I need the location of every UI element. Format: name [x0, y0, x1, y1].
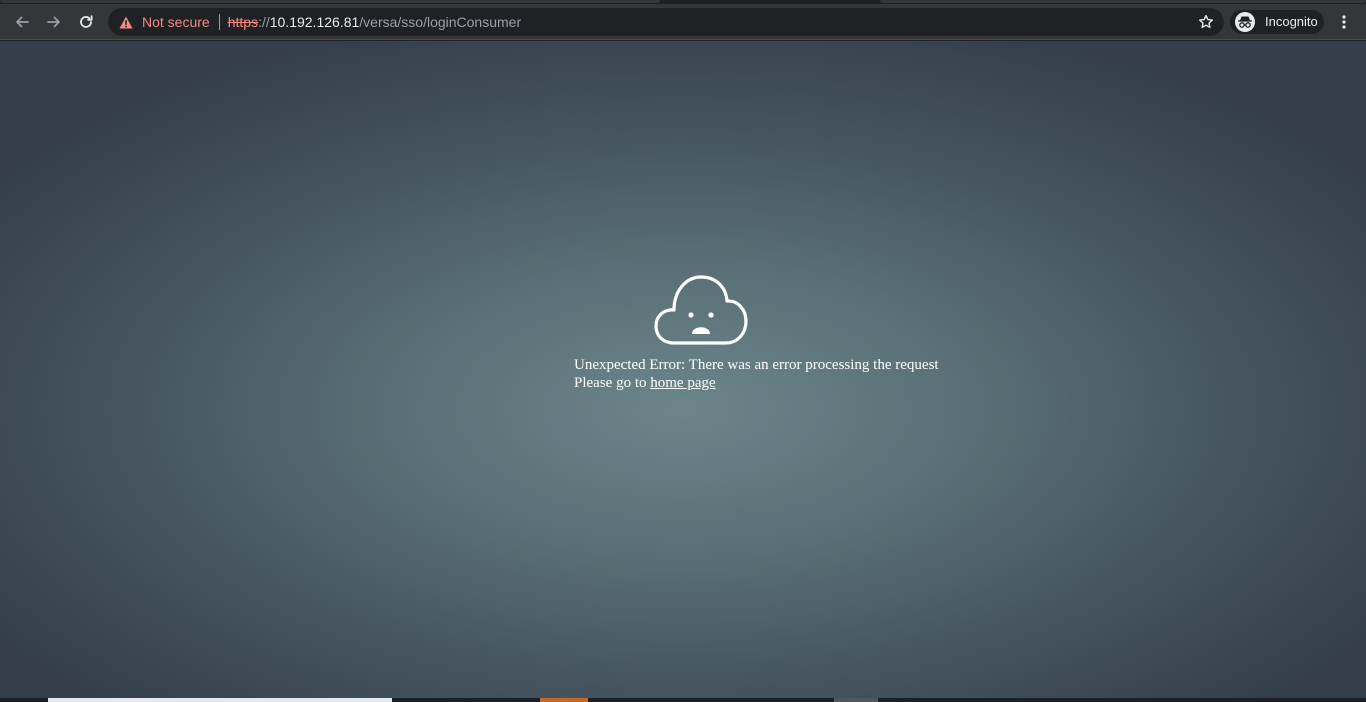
redirect-line: Please go to home page	[574, 374, 716, 392]
taskbar-item-highlight[interactable]	[540, 698, 588, 702]
url-host: 10.192.126.81	[269, 14, 360, 30]
incognito-label: Incognito	[1265, 14, 1318, 29]
url-scheme: https	[227, 14, 259, 30]
taskbar-item[interactable]	[834, 698, 878, 702]
url-separator: ://	[258, 14, 270, 30]
warning-triangle-icon[interactable]	[118, 14, 134, 30]
tab-edge-right[interactable]	[880, 0, 1366, 3]
back-button[interactable]	[8, 8, 36, 36]
kebab-menu-icon	[1342, 15, 1346, 29]
redirect-prefix: Please go to	[574, 375, 651, 391]
arrow-left-icon	[16, 16, 29, 28]
reload-icon	[80, 15, 93, 28]
bookmark-star-button[interactable]	[1196, 12, 1216, 32]
incognito-profile-button[interactable]: Incognito	[1230, 10, 1324, 34]
sad-cloud-icon	[654, 273, 750, 349]
forward-button[interactable]	[40, 8, 68, 36]
taskbar-strip	[0, 698, 1366, 702]
url-text[interactable]: https://10.192.126.81/versa/sso/loginCon…	[228, 8, 521, 36]
browser-menu-button[interactable]	[1334, 12, 1354, 32]
error-message: Unexpected Error: There was an error pro…	[574, 357, 939, 373]
taskbar-item-active[interactable]	[48, 698, 392, 702]
omnibox-divider	[218, 14, 220, 30]
page-viewport: Unexpected Error: There was an error pro…	[0, 41, 1366, 698]
arrow-right-icon	[47, 16, 60, 28]
star-icon	[1199, 14, 1213, 29]
address-bar[interactable]: Not secure https://10.192.126.81/versa/s…	[108, 8, 1224, 36]
browser-toolbar: Not secure https://10.192.126.81/versa/s…	[0, 4, 1366, 40]
reload-button[interactable]	[72, 8, 100, 36]
tab-edge-left[interactable]	[0, 0, 660, 3]
incognito-icon	[1235, 12, 1255, 32]
url-path: /versa/sso/loginConsumer	[359, 14, 522, 30]
home-page-link[interactable]: home page	[650, 375, 715, 391]
security-status-label[interactable]: Not secure	[142, 8, 210, 36]
